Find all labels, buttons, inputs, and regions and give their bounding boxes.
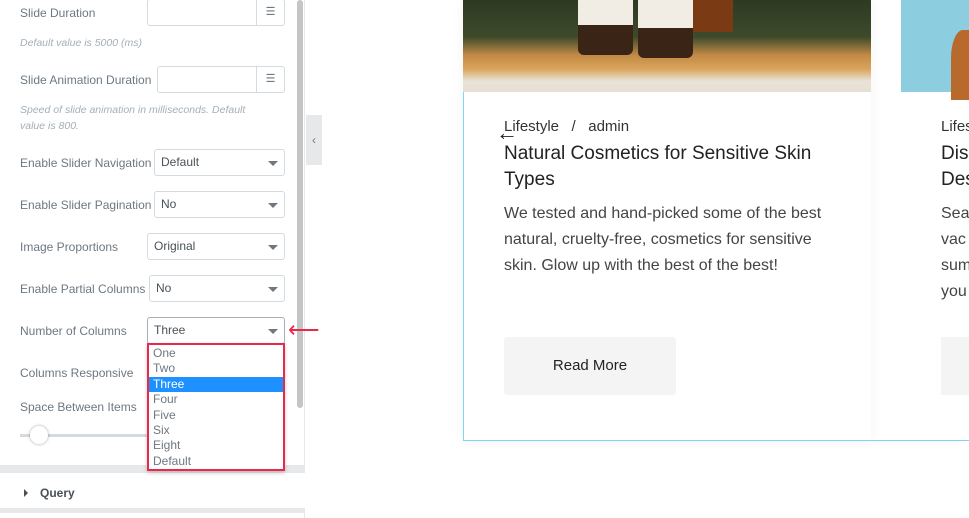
selected-value: No <box>156 281 172 295</box>
slider-pagination-select[interactable]: No <box>154 191 285 218</box>
image-proportions-select[interactable]: Original <box>147 233 285 260</box>
selected-value: Default <box>161 155 200 169</box>
number-of-columns-select[interactable]: Three <box>147 317 285 344</box>
option-two[interactable]: Two <box>149 361 283 376</box>
database-icon[interactable]: ☰ <box>256 67 284 92</box>
post-image <box>901 0 969 100</box>
partial-columns-select[interactable]: No <box>149 275 285 302</box>
option-one[interactable]: One <box>149 346 283 361</box>
annotation-arrow-icon: ⟵ <box>288 317 320 342</box>
option-eight[interactable]: Eight <box>149 438 283 453</box>
selected-widget-outline <box>463 92 969 441</box>
partial-columns-label: Enable Partial Columns <box>20 282 146 296</box>
slide-duration-label: Slide Duration <box>20 6 96 20</box>
slide-animation-duration-input[interactable]: ☰ <box>157 66 285 93</box>
space-between-slider-handle[interactable] <box>30 426 48 444</box>
slide-animation-duration-label: Slide Animation Duration <box>20 73 152 87</box>
post-image <box>463 0 871 92</box>
number-of-columns-label: Number of Columns <box>20 324 127 338</box>
selected-value: Original <box>154 239 196 253</box>
option-six[interactable]: Six <box>149 423 283 438</box>
query-section-header[interactable]: Query <box>0 473 305 513</box>
query-section-title: Query <box>40 486 75 500</box>
image-proportions-label: Image Proportions <box>20 240 119 254</box>
caret-down-icon <box>268 245 278 250</box>
caret-down-icon <box>268 329 278 334</box>
columns-responsive-label: Columns Responsive <box>20 366 134 380</box>
panel-scrollbar[interactable] <box>297 0 303 408</box>
caret-down-icon <box>268 287 278 292</box>
collapse-panel-button[interactable]: ‹ <box>306 115 322 165</box>
number-of-columns-dropdown: One Two Three Four Five Six Eight Defaul… <box>147 343 285 471</box>
caret-down-icon <box>268 161 278 166</box>
slide-animation-duration-help: Speed of slide animation in milliseconds… <box>20 104 246 132</box>
space-between-label: Space Between Items <box>20 400 137 414</box>
option-default[interactable]: Default <box>149 454 283 469</box>
slider-navigation-label: Enable Slider Navigation <box>20 156 152 170</box>
slider-navigation-select[interactable]: Default <box>154 149 285 176</box>
slider-pagination-label: Enable Slider Pagination <box>20 198 152 212</box>
option-five[interactable]: Five <box>149 408 283 423</box>
database-icon[interactable]: ☰ <box>256 0 284 25</box>
caret-right-icon <box>24 489 28 497</box>
selected-value: Three <box>154 323 186 337</box>
slide-duration-input[interactable]: ☰ <box>147 0 285 26</box>
slide-duration-help: Default value is 5000 (ms) <box>20 37 142 49</box>
selected-value: No <box>161 197 177 211</box>
option-three[interactable]: Three <box>149 376 283 393</box>
option-four[interactable]: Four <box>149 392 283 407</box>
caret-down-icon <box>268 203 278 208</box>
